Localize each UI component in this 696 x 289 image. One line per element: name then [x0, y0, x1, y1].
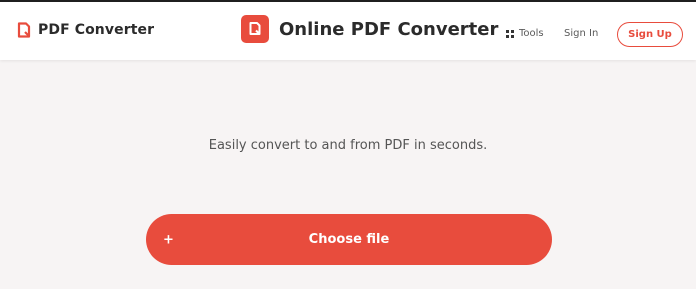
page-title: Online PDF Converter [279, 18, 499, 40]
tagline: Easily convert to and from PDF in second… [208, 138, 488, 153]
choose-file-label: Choose file [308, 232, 390, 247]
pdf-logo-icon [241, 15, 269, 43]
plus-icon: + [163, 232, 174, 247]
tools-menu[interactable]: Tools [506, 28, 544, 39]
sign-in-link[interactable]: Sign In [564, 28, 598, 39]
choose-file-button[interactable]: + Choose file [146, 214, 552, 265]
brand-name: PDF Converter [38, 22, 155, 38]
tools-label: Tools [519, 28, 544, 39]
brand-link[interactable]: PDF Converter [17, 22, 154, 38]
site-title[interactable]: Online PDF Converter [241, 15, 498, 43]
grid-icon [506, 29, 514, 38]
pdf-logo-icon [17, 22, 31, 38]
document-icon [249, 22, 261, 35]
top-navigation-bar: PDF Converter Online PDF Converter Tools… [0, 0, 696, 60]
sign-up-button[interactable]: Sign Up [617, 22, 683, 47]
